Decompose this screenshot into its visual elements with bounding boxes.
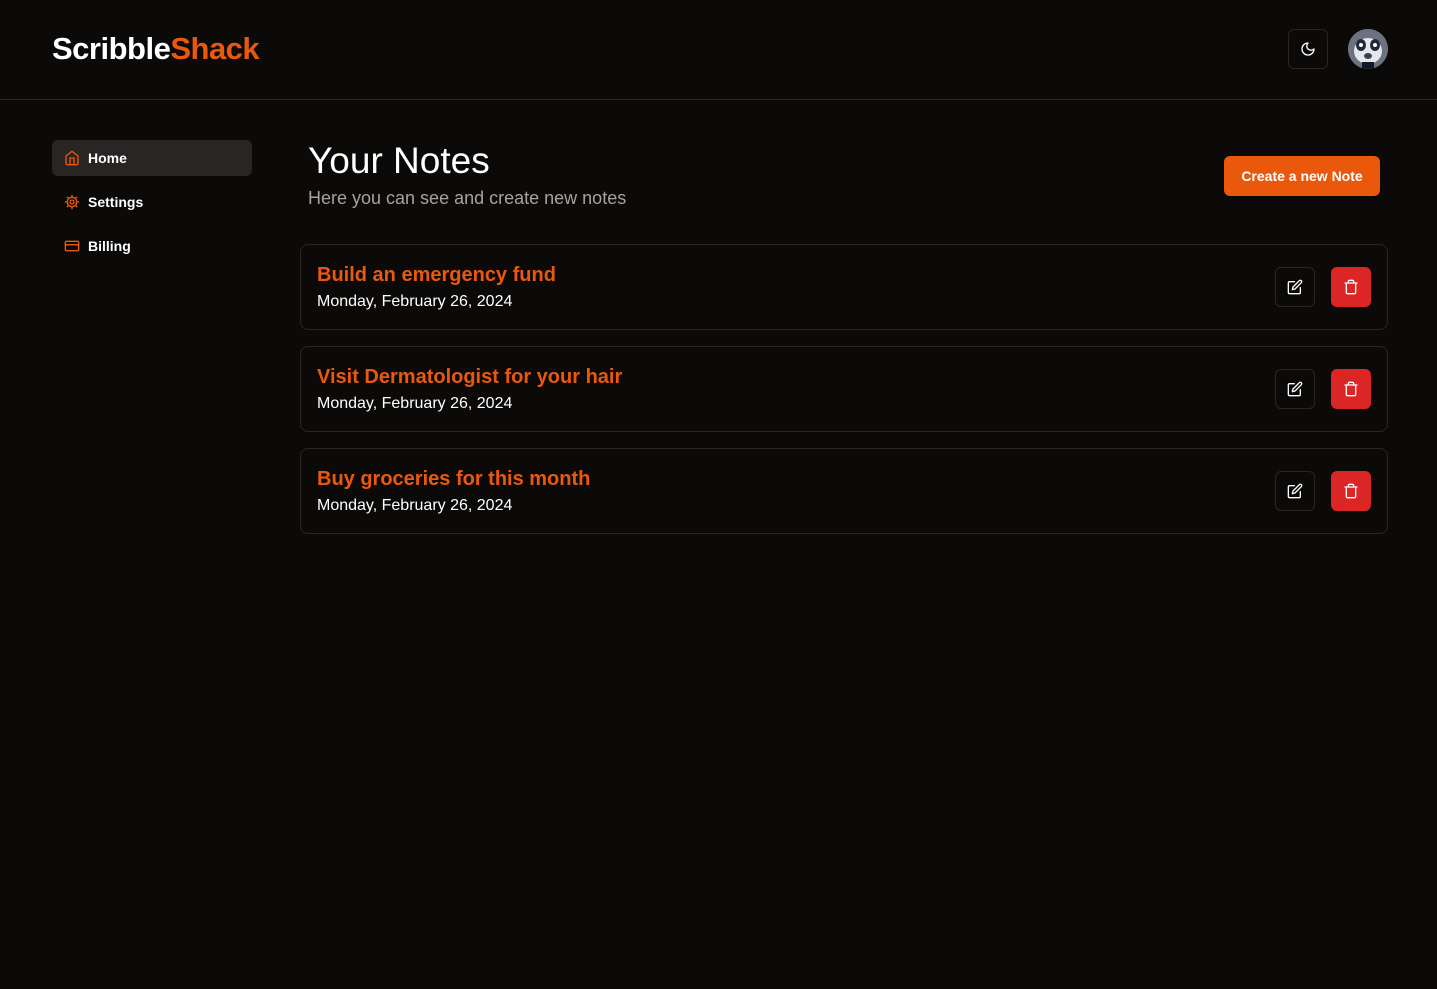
- sidebar-item-label: Settings: [88, 194, 144, 210]
- notes-list: Build an emergency fund Monday, February…: [300, 244, 1388, 550]
- credit-card-icon: [64, 238, 80, 254]
- note-card: Buy groceries for this month Monday, Feb…: [300, 448, 1388, 534]
- edit-icon: [1287, 279, 1303, 295]
- sidebar-item-label: Home: [88, 150, 127, 166]
- app-logo[interactable]: ScribbleShack: [52, 31, 260, 67]
- logo-text-accent: Shack: [170, 31, 260, 66]
- home-icon: [64, 150, 80, 166]
- user-avatar[interactable]: [1348, 29, 1388, 69]
- gear-icon: [64, 194, 80, 210]
- sidebar: Home Settings Billing: [52, 140, 252, 272]
- edit-icon: [1287, 381, 1303, 397]
- sidebar-item-settings[interactable]: Settings: [52, 184, 252, 220]
- delete-note-button[interactable]: [1331, 267, 1371, 307]
- moon-icon: [1300, 41, 1316, 57]
- trash-icon: [1343, 279, 1359, 295]
- edit-note-button[interactable]: [1275, 471, 1315, 511]
- note-title[interactable]: Build an emergency fund: [317, 263, 556, 287]
- delete-note-button[interactable]: [1331, 471, 1371, 511]
- note-date: Monday, February 26, 2024: [317, 497, 513, 514]
- theme-toggle-button[interactable]: [1288, 29, 1328, 69]
- note-title[interactable]: Visit Dermatologist for your hair: [317, 365, 622, 389]
- sidebar-item-billing[interactable]: Billing: [52, 228, 252, 264]
- top-header: ScribbleShack: [0, 0, 1437, 100]
- page-title: Your Notes: [308, 140, 490, 181]
- note-title[interactable]: Buy groceries for this month: [317, 467, 590, 491]
- sidebar-item-home[interactable]: Home: [52, 140, 252, 176]
- note-date: Monday, February 26, 2024: [317, 395, 513, 412]
- edit-note-button[interactable]: [1275, 267, 1315, 307]
- create-note-button[interactable]: Create a new Note: [1224, 156, 1380, 196]
- note-date: Monday, February 26, 2024: [317, 293, 513, 310]
- logo-text-primary: Scribble: [52, 31, 171, 66]
- trash-icon: [1343, 381, 1359, 397]
- page-subtitle: Here you can see and create new notes: [308, 188, 627, 208]
- trash-icon: [1343, 483, 1359, 499]
- note-card: Visit Dermatologist for your hair Monday…: [300, 346, 1388, 432]
- edit-note-button[interactable]: [1275, 369, 1315, 409]
- sidebar-item-label: Billing: [88, 238, 131, 254]
- edit-icon: [1287, 483, 1303, 499]
- note-card: Build an emergency fund Monday, February…: [300, 244, 1388, 330]
- delete-note-button[interactable]: [1331, 369, 1371, 409]
